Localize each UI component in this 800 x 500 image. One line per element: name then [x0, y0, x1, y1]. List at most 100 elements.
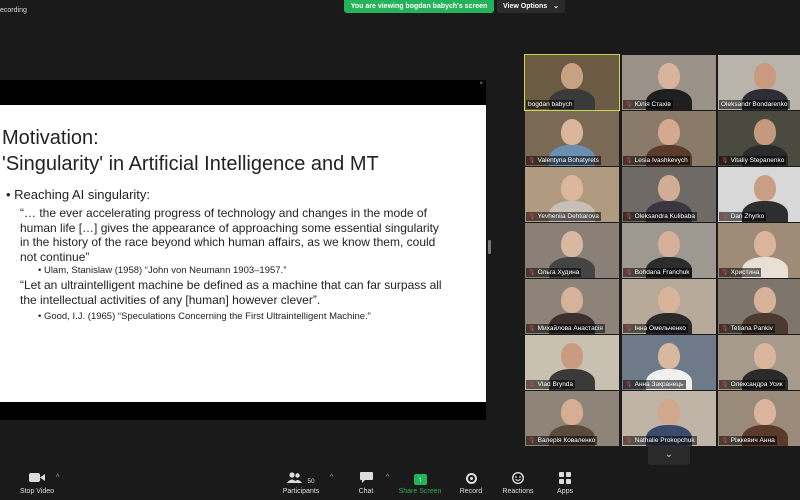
video-options-caret[interactable]: ^: [56, 474, 59, 481]
participant-tile[interactable]: 🎙 Ольга Худина: [525, 223, 619, 278]
split-view-handle[interactable]: [488, 240, 491, 254]
participant-name-label: 🎙 Інна Омельченко: [623, 324, 688, 333]
record-icon: [465, 473, 477, 484]
participant-name: Ольга Худина: [537, 269, 580, 276]
participant-name: Oleksandr Bondarenko: [721, 101, 788, 108]
participant-tile[interactable]: 🎙 Юлія Стахів: [622, 55, 716, 110]
participant-tile[interactable]: 🎙 Vitaliy Stepanenko: [718, 111, 800, 166]
muted-mic-icon: 🎙: [528, 270, 536, 276]
participant-name: Oleksandra Kulibaba: [634, 213, 695, 220]
quote-line: “Let an ultraintelligent machine be defi…: [20, 278, 442, 292]
participant-name-label: 🎙 Valentyna Bohatyrets: [526, 156, 601, 165]
participant-name: Олександра Усик: [730, 381, 783, 388]
quote-line: “… the ever accelerating progress of tec…: [20, 206, 427, 220]
participant-face: [658, 231, 680, 257]
zoom-window: ecording You are viewing bogdan babych's…: [0, 0, 800, 500]
participant-tile[interactable]: 🎙 Yevheniia Dehtiarova: [525, 167, 619, 222]
presentation-slide: Motivation: 'Singularity' in Artificial …: [0, 105, 486, 402]
participant-name-label: 🎙 Nathalie Prokopchuk: [623, 436, 697, 445]
participant-name-label: Oleksandr Bondarenko: [719, 100, 790, 109]
participant-name-label: 🎙 Юлія Стахів: [623, 100, 673, 109]
gallery-next-page-button[interactable]: ⌄: [648, 445, 690, 465]
participant-tile[interactable]: 🎙 Bohdana Franchuk: [622, 223, 716, 278]
quote-line: the intellectual activities of any [huma…: [20, 292, 321, 307]
participant-tile[interactable]: 🎙 Lesia Ivashkevych: [622, 111, 716, 166]
participant-gallery: bogdan babych 🎙 Юлія Стахів Oleksandr Bonda…: [524, 54, 800, 446]
close-icon[interactable]: ×: [479, 81, 483, 87]
meeting-toolbar: Stop Video ^ 50 Participants ^ Chat ^ ↑ …: [0, 468, 800, 500]
participant-tile[interactable]: 🎙 Михайлова Анастасія: [525, 279, 619, 334]
participant-tile[interactable]: 🎙 Dan Zhyrko: [718, 167, 800, 222]
muted-mic-icon: 🎙: [625, 214, 633, 220]
participant-face: [754, 175, 776, 201]
chat-label: Chat: [358, 488, 374, 495]
participant-tile[interactable]: 🎙 Valentyna Bohatyrets: [525, 111, 619, 166]
participants-count: 50: [307, 478, 315, 485]
muted-mic-icon: 🎙: [721, 214, 729, 220]
participant-name-label: 🎙 Vitaliy Stepanenko: [719, 156, 787, 165]
participant-name-label: 🎙 Lesia Ivashkevych: [623, 156, 690, 165]
participant-tile[interactable]: 🎙 Анна Закранець: [622, 335, 716, 390]
muted-mic-icon: 🎙: [625, 158, 633, 164]
muted-mic-icon: 🎙: [528, 158, 536, 164]
apps-button[interactable]: Apps: [535, 472, 595, 500]
participant-tile[interactable]: 🎙 Валерія Коваленко: [525, 391, 619, 446]
participant-name: Валерія Коваленко: [537, 437, 596, 444]
shared-screen: × Motivation: 'Singularity' in Artificia…: [0, 80, 486, 420]
quote-line: not continue”: [20, 249, 90, 264]
muted-mic-icon: 🎙: [528, 326, 536, 332]
participant-name: Bohdana Franchuk: [634, 269, 690, 276]
viewing-screen-banner: You are viewing bogdan babych's screen: [344, 0, 494, 13]
slide-reference-1: • Ulam, Stanislaw (1958) “John von Neuma…: [38, 265, 287, 276]
participant-name-label: 🎙 Yevheniia Dehtiarova: [526, 212, 601, 221]
participant-name-label: 🎙 Oleksandra Kulibaba: [623, 212, 697, 221]
participant-name: Yevheniia Dehtiarova: [537, 213, 599, 220]
participant-tile[interactable]: 🎙 Олександра Усик: [718, 335, 800, 390]
participant-face: [754, 399, 776, 425]
participant-tile[interactable]: 🎙 Ріжкевич Анна: [718, 391, 800, 446]
quote-line: human life […] gives the appearance of a…: [20, 220, 439, 235]
participant-tile[interactable]: bogdan babych: [524, 54, 620, 111]
participant-name: Valentyna Bohatyrets: [537, 157, 599, 164]
participant-name: Nathalie Prokopchuk: [634, 437, 695, 444]
participant-tile[interactable]: 🎙 Oleksandra Kulibaba: [622, 167, 716, 222]
participant-name: bogdan babych: [528, 101, 573, 108]
participant-name-label: 🎙 Tetiana Pankiv: [719, 324, 775, 333]
muted-mic-icon: 🎙: [625, 270, 633, 276]
slide-title-line-1: Motivation:: [2, 127, 99, 149]
top-banner: ecording You are viewing bogdan babych's…: [0, 0, 800, 14]
view-options-button[interactable]: View Options ⌄: [497, 0, 565, 13]
muted-mic-icon: 🎙: [528, 438, 536, 444]
slide-quote-2: “Let an ultraintelligent machine be defi…: [20, 278, 442, 307]
participants-button[interactable]: 50 Participants: [271, 472, 331, 500]
participant-tile[interactable]: 🎙 Vlad Brynda: [525, 335, 619, 390]
participant-name: Dan Zhyrko: [730, 213, 765, 220]
participant-face: [561, 175, 583, 201]
participant-name: Ріжкевич Анна: [730, 437, 775, 444]
muted-mic-icon: 🎙: [625, 382, 633, 388]
participant-tile[interactable]: 🎙 Nathalie Prokopchuk: [622, 391, 716, 446]
participant-name-label: 🎙 Валерія Коваленко: [526, 436, 598, 445]
muted-mic-icon: 🎙: [721, 270, 729, 276]
participant-tile[interactable]: 🎙 Христина: [718, 223, 800, 278]
view-options-label: View Options: [503, 3, 548, 10]
participant-name: Lesia Ivashkevych: [634, 157, 688, 164]
participant-face: [754, 63, 776, 89]
chat-options-caret[interactable]: ^: [386, 474, 389, 481]
participant-name-label: 🎙 Ольга Худина: [526, 268, 582, 277]
participant-tile[interactable]: 🎙 Інна Омельченко: [622, 279, 716, 334]
slide-bullet: • Reaching AI singularity:: [6, 187, 151, 202]
participant-name-label: bogdan babych: [526, 100, 575, 109]
slide-title-line-2: 'Singularity' in Artificial Intelligence…: [2, 153, 379, 175]
participant-tile[interactable]: Oleksandr Bondarenko: [718, 55, 800, 110]
participant-face: [561, 63, 583, 89]
muted-mic-icon: 🎙: [721, 326, 729, 332]
participant-name-label: 🎙 Ріжкевич Анна: [719, 436, 777, 445]
muted-mic-icon: 🎙: [721, 158, 729, 164]
participant-name-label: 🎙 Dan Zhyrko: [719, 212, 767, 221]
participant-name: Юлія Стахів: [634, 101, 671, 108]
participant-tile[interactable]: 🎙 Tetiana Pankiv: [718, 279, 800, 334]
participant-face: [658, 287, 680, 313]
participants-options-caret[interactable]: ^: [330, 474, 333, 481]
chevron-down-icon: ⌄: [553, 3, 559, 10]
